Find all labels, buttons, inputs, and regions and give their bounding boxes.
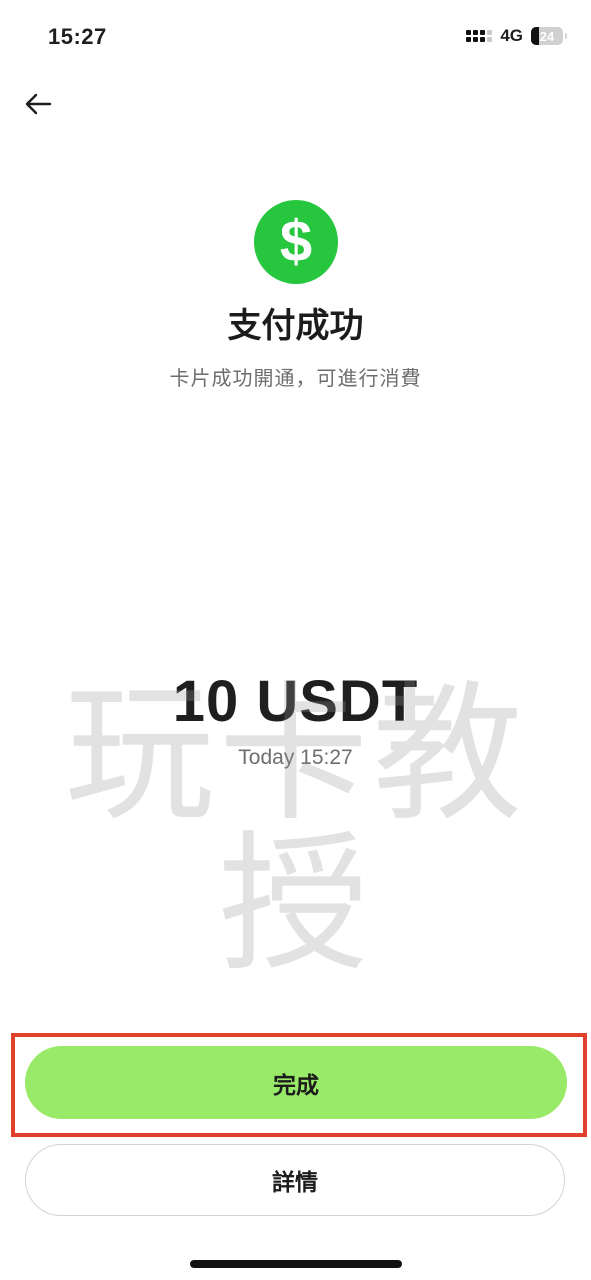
page-title: 支付成功 <box>227 307 364 345</box>
dollar-circle-icon: $ <box>254 200 338 284</box>
details-button[interactable]: 詳情 <box>25 1144 565 1216</box>
network-label: 4G <box>500 26 523 45</box>
back-button[interactable] <box>20 86 56 122</box>
done-button[interactable]: 完成 <box>25 1046 567 1119</box>
status-bar: 15:27 4G 24 <box>0 0 591 76</box>
home-indicator[interactable] <box>190 1260 402 1268</box>
watermark: 玩卡教授 <box>64 668 527 992</box>
status-message: 卡片成功開通，可進行消費 <box>169 368 422 390</box>
back-arrow-icon <box>25 93 52 115</box>
signal-icon <box>466 30 493 42</box>
status-indicators: 4G 24 <box>466 26 567 46</box>
battery-percent: 24 <box>539 28 555 44</box>
status-time: 15:27 <box>48 24 107 49</box>
dollar-glyph: $ <box>279 209 313 274</box>
battery-icon: 24 <box>531 27 567 45</box>
